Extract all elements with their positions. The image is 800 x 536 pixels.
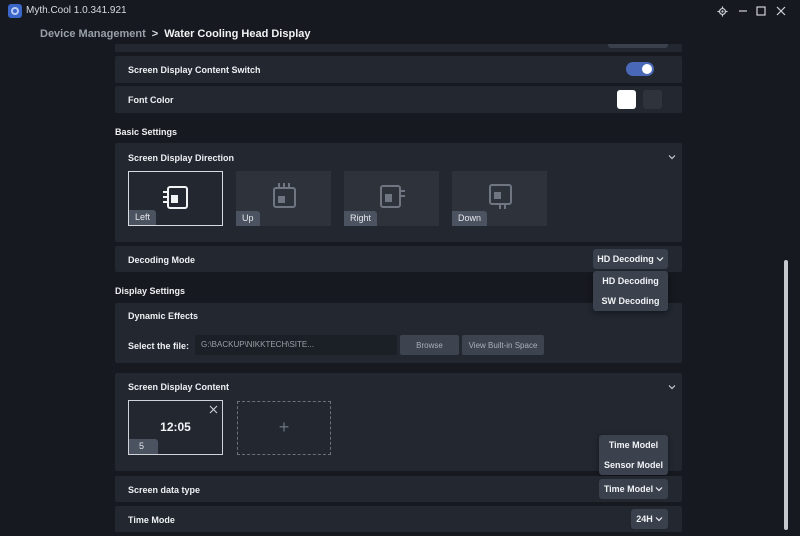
direction-option-up[interactable]: Up <box>236 171 331 226</box>
chevron-down-icon[interactable] <box>668 153 676 161</box>
minimize-icon[interactable] <box>735 3 751 19</box>
menu-item-sensor-model[interactable]: Sensor Model <box>599 455 668 475</box>
title-bar: Myth.Cool 1.0.341.921 <box>0 0 800 22</box>
display-switch-row: Screen Display Content Switch <box>115 56 682 83</box>
breadcrumb: Device Management > Water Cooling Head Dis… <box>40 28 311 40</box>
chevron-down-icon[interactable] <box>668 383 676 391</box>
data-type-dropdown[interactable]: Time Model <box>599 479 668 499</box>
font-color-row: Font Color <box>115 86 682 113</box>
content-card-time-value: 12:05 <box>160 420 191 434</box>
toggle-knob <box>642 64 652 74</box>
breadcrumb-separator: > <box>151 28 159 40</box>
screen-down-icon <box>488 184 512 209</box>
breadcrumb-parent[interactable]: Device Management <box>40 28 146 40</box>
decoding-mode-dropdown[interactable]: HD Decoding <box>593 249 668 269</box>
app-logo-icon <box>8 4 22 18</box>
display-settings-title: Display Settings <box>115 286 186 296</box>
display-content-label: Screen Display Content <box>128 382 230 392</box>
dynamic-effects-label: Dynamic Effects <box>128 311 199 321</box>
display-switch-toggle[interactable] <box>626 62 654 76</box>
screen-left-icon <box>162 186 188 209</box>
decoding-mode-menu: HD Decoding SW Decoding <box>593 271 668 311</box>
maximize-icon[interactable] <box>753 3 769 19</box>
screen-right-icon <box>379 185 405 208</box>
add-content-button[interactable]: + <box>237 401 331 455</box>
menu-item-time-model[interactable]: Time Model <box>599 435 668 455</box>
data-type-label: Screen data type <box>128 485 201 495</box>
direction-option-left[interactable]: Left <box>128 171 223 226</box>
file-path-input[interactable]: G:\BACKUP\NIKKTECH\SITE... <box>195 335 397 355</box>
chevron-down-icon <box>656 257 664 262</box>
direction-tag-up: Up <box>236 211 260 226</box>
time-mode-dropdown[interactable]: 24H <box>631 509 668 529</box>
scrollbar-thumb[interactable] <box>784 260 788 530</box>
direction-tag-left: Left <box>129 210 157 225</box>
remove-icon[interactable] <box>209 405 218 414</box>
data-type-row: Screen data type <box>115 476 682 502</box>
font-color-white-swatch[interactable] <box>617 90 636 109</box>
decoding-mode-value: HD Decoding <box>597 254 654 264</box>
browse-button[interactable]: Browse <box>400 335 459 355</box>
font-color-dark-swatch[interactable] <box>643 90 662 109</box>
time-mode-row: Time Mode <box>115 506 682 532</box>
previous-setting-button[interactable] <box>608 44 668 48</box>
direction-option-down[interactable]: Down <box>452 171 547 226</box>
menu-item-sw-decoding[interactable]: SW Decoding <box>593 291 668 311</box>
time-mode-value: 24H <box>636 514 653 524</box>
app-title: Myth.Cool 1.0.341.921 <box>26 5 127 16</box>
chevron-down-icon <box>655 517 663 522</box>
view-builtin-space-button[interactable]: View Built-in Space <box>462 335 544 355</box>
direction-option-right[interactable]: Right <box>344 171 439 226</box>
screen-up-icon <box>272 183 296 208</box>
basic-settings-title: Basic Settings <box>115 127 178 137</box>
breadcrumb-current: Water Cooling Head Display <box>164 28 311 40</box>
select-file-label: Select the file: <box>128 341 190 351</box>
display-direction-label: Screen Display Direction <box>128 153 235 163</box>
add-icon: + <box>278 417 290 437</box>
content-card-time[interactable]: 12:05 5 <box>128 400 223 455</box>
direction-tag-right: Right <box>344 211 378 226</box>
chevron-down-icon <box>655 487 663 492</box>
font-color-label: Font Color <box>128 95 174 105</box>
display-switch-label: Screen Display Content Switch <box>128 65 261 75</box>
menu-item-hd-decoding[interactable]: HD Decoding <box>593 271 668 291</box>
time-mode-label: Time Mode <box>128 515 175 525</box>
close-icon[interactable] <box>773 3 789 19</box>
data-type-value: Time Model <box>603 484 654 494</box>
decoding-mode-label: Decoding Mode <box>128 255 195 265</box>
data-type-menu: Time Model Sensor Model <box>599 435 668 475</box>
previous-setting-panel <box>115 44 682 52</box>
settings-icon[interactable] <box>714 3 730 19</box>
content-card-index: 5 <box>129 439 158 454</box>
direction-tag-down: Down <box>452 211 488 226</box>
